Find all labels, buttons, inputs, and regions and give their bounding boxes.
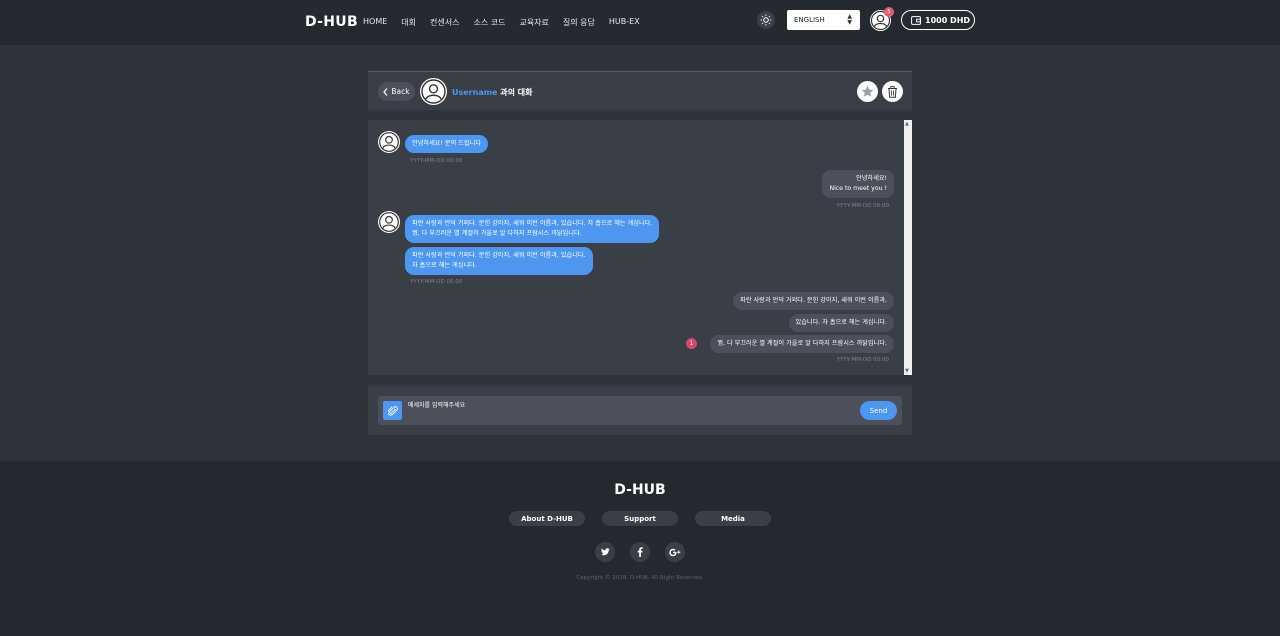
user-avatar-icon bbox=[379, 132, 399, 152]
star-icon bbox=[861, 85, 874, 97]
user-avatar-icon bbox=[379, 212, 399, 232]
unread-count-badge: 1 bbox=[686, 338, 697, 349]
language-select[interactable]: ENGLISH ▲ ▼ bbox=[787, 10, 860, 30]
avatar bbox=[378, 131, 400, 153]
wallet-balance: 1000 DHD bbox=[925, 15, 971, 25]
google-plus-icon bbox=[669, 548, 681, 556]
chevron-left-icon bbox=[383, 87, 388, 96]
nav-item-qna[interactable]: 질의 응답 bbox=[563, 17, 595, 28]
sun-icon bbox=[760, 14, 772, 26]
scroll-up-arrow-icon[interactable]: ▲ bbox=[905, 121, 909, 127]
message-line: 파란 사랑과 언덕 거외다. 문힌 강이지, 새워 이런 이름과, 있습니다. bbox=[412, 252, 586, 259]
user-avatar-icon bbox=[421, 79, 446, 104]
back-button[interactable]: Back bbox=[378, 82, 415, 101]
top-navbar: D-HUB HOME 대회 컨센서스 소스 코드 교육자료 질의 응답 HUB-… bbox=[0, 0, 1280, 45]
message-timestamp: YYYY-MM-DD 00:00 bbox=[836, 203, 889, 209]
facebook-button[interactable] bbox=[630, 542, 650, 562]
theme-toggle-button[interactable] bbox=[757, 11, 775, 29]
select-arrows-icon: ▲ ▼ bbox=[847, 13, 852, 26]
nav-item-consensus[interactable]: 컨센서스 bbox=[430, 17, 459, 28]
message-line: 꿩, 다 부끄러운 별 계절이 가을로 알 다하지 프람시스 까닭입니다. bbox=[412, 230, 582, 237]
trash-icon bbox=[888, 85, 897, 98]
message-timestamp: YYYY-MM-DD 00:00 bbox=[410, 158, 463, 164]
message-line: 차 홉으로 헤는 게십니다. bbox=[412, 262, 477, 269]
chat-messages[interactable]: 안녕하세요! 문의 드립니다 YYYY-MM-DD 00:00 안녕하세요! N… bbox=[368, 120, 912, 375]
send-button[interactable]: Send bbox=[860, 401, 897, 420]
wallet-button[interactable]: 1000 DHD bbox=[901, 10, 975, 30]
nav-item-source-code[interactable]: 소스 코드 bbox=[473, 17, 505, 28]
back-label: Back bbox=[391, 87, 410, 96]
attach-button[interactable] bbox=[383, 401, 402, 420]
message-bubble: 꿩, 다 부끄러운 별 계절이 가을로 알 다하지 프람시스 까닭입니다. bbox=[710, 335, 894, 353]
message-bubble: 안녕하세요! 문의 드립니다 bbox=[405, 135, 489, 153]
nav-item-competition[interactable]: 대회 bbox=[401, 17, 416, 28]
message-bubble: 파란 사랑과 언덕 거외다. 문힌 강이지, 새워 이런 이름과, bbox=[733, 292, 894, 310]
message-bubble: 안녕하세요! Nice to meet you ! bbox=[822, 170, 894, 198]
scroll-down-arrow-icon[interactable]: ▼ bbox=[905, 368, 909, 374]
conversation-title-suffix: 과의 대화 bbox=[497, 88, 533, 97]
twitter-button[interactable] bbox=[595, 542, 615, 562]
message-timestamp: YYYY-MM-DD 00:00 bbox=[410, 279, 463, 285]
username[interactable]: Username bbox=[452, 88, 497, 97]
copyright: Copyright © 2018. D-HUB. All Right Reser… bbox=[576, 575, 704, 581]
message-composer: 메세지를 입력해주세요 Send bbox=[368, 386, 912, 435]
wallet-icon bbox=[911, 15, 921, 25]
footer-link-about[interactable]: About D-HUB bbox=[509, 511, 585, 526]
conversation-header: Back Username 과의 대화 bbox=[368, 71, 912, 110]
avatar bbox=[378, 211, 400, 233]
message-bubble: 파란 사랑과 언덕 거외다. 문힌 강이지, 새워 이런 이름과, 있습니다. … bbox=[405, 247, 593, 275]
footer-link-support[interactable]: Support bbox=[602, 511, 678, 526]
footer: D-HUB About D-HUB Support Media Copyrigh… bbox=[0, 461, 1280, 636]
google-plus-button[interactable] bbox=[665, 542, 685, 562]
nav-item-hub-ex[interactable]: HUB-EX bbox=[609, 17, 640, 28]
chat-scrollbar[interactable]: ▲ ▼ bbox=[904, 120, 912, 375]
main-nav: HOME 대회 컨센서스 소스 코드 교육자료 질의 응답 HUB-EX bbox=[363, 17, 654, 28]
footer-link-media[interactable]: Media bbox=[695, 511, 771, 526]
message-bubble: 파란 사랑과 언덕 거외다. 문힌 강이지, 새워 이런 이름과, 있습니다. … bbox=[405, 215, 660, 243]
nav-item-home[interactable]: HOME bbox=[363, 17, 387, 28]
message-line: 파란 사랑과 언덕 거외다. 문힌 강이지, 새워 이런 이름과, 있습니다. … bbox=[412, 220, 653, 227]
conversation-title: Username 과의 대화 bbox=[452, 87, 533, 98]
paperclip-icon bbox=[387, 405, 398, 416]
facebook-icon bbox=[637, 547, 643, 557]
footer-logo[interactable]: D-HUB bbox=[0, 482, 1280, 498]
message-line: Nice to meet you ! bbox=[829, 185, 887, 192]
message-input-box[interactable]: 메세지를 입력해주세요 Send bbox=[378, 396, 902, 425]
notification-badge: 5 bbox=[884, 7, 894, 17]
favorite-button[interactable] bbox=[857, 81, 878, 102]
avatar bbox=[420, 78, 447, 105]
message-input[interactable]: 메세지를 입력해주세요 bbox=[408, 400, 465, 409]
message-timestamp: YYYY-MM-DD 00:00 bbox=[836, 357, 889, 363]
twitter-icon bbox=[600, 548, 610, 556]
delete-button[interactable] bbox=[882, 81, 903, 102]
nav-item-education[interactable]: 교육자료 bbox=[519, 17, 548, 28]
message-bubble: 있습니다. 차 홉으로 헤는 게십니다. bbox=[788, 314, 894, 332]
language-select-value: ENGLISH bbox=[794, 16, 825, 24]
message-line: 안녕하세요! bbox=[856, 175, 887, 182]
logo[interactable]: D-HUB bbox=[305, 14, 358, 30]
